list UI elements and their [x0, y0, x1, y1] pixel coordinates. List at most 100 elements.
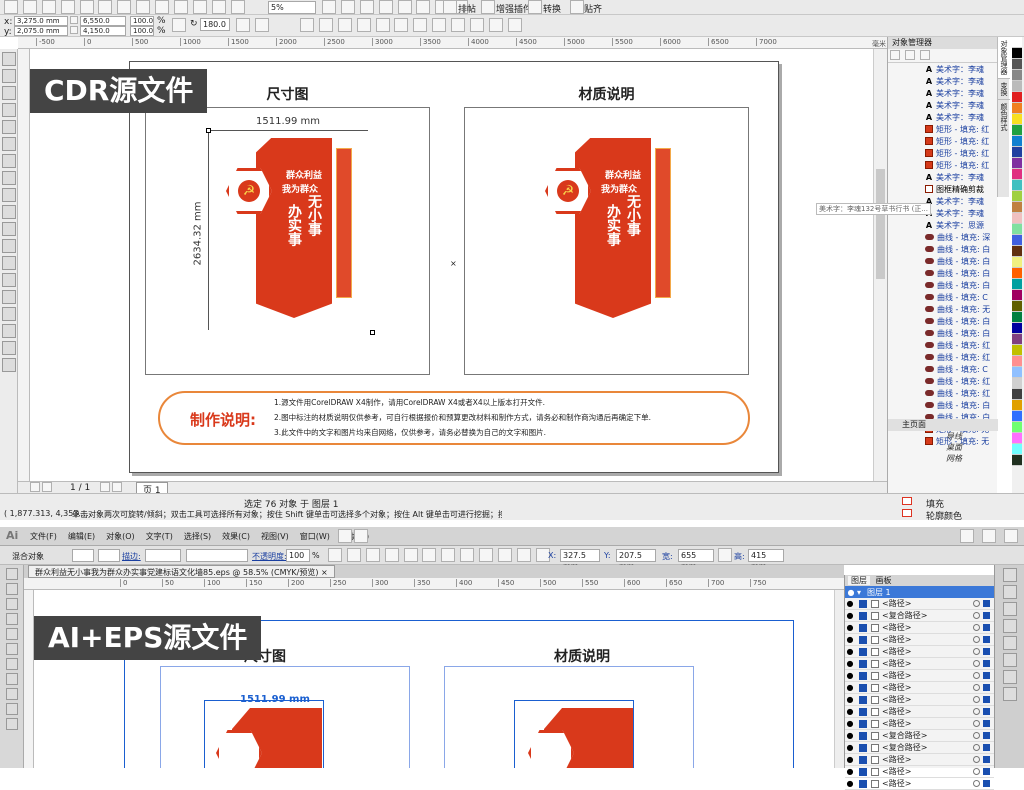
master-page-row[interactable]: 主页面 [888, 419, 998, 431]
distribute-middle-icon[interactable] [497, 548, 512, 562]
cdr-vertical-scrollbar[interactable] [873, 49, 887, 481]
align-center-icon[interactable] [384, 548, 399, 562]
color-swatch[interactable] [1012, 213, 1022, 224]
bridge-icon[interactable] [338, 529, 352, 543]
docker-tab-object-manager[interactable]: 对象管理器 [998, 37, 1010, 79]
distribute-bottom-icon[interactable] [516, 548, 531, 562]
plugin-label[interactable]: 增强插件 [496, 2, 532, 15]
object-list-item[interactable]: 矩形 - 填充: 红 [924, 123, 997, 135]
paste-snap-label[interactable]: 贴齐 [584, 2, 602, 15]
last-page-icon[interactable] [112, 482, 122, 492]
selection-indicator-icon[interactable] [983, 660, 990, 667]
target-icon[interactable] [973, 624, 980, 631]
brushes-panel-icon[interactable] [1002, 602, 1017, 616]
appearance-panel-icon[interactable] [1002, 687, 1017, 701]
selection-indicator-icon[interactable] [983, 720, 990, 727]
color-swatch[interactable] [1012, 422, 1022, 433]
docker-tab-transform[interactable]: 变换 [998, 79, 1010, 100]
eye-icon[interactable]: ● [845, 671, 855, 680]
ai-layer-item[interactable]: ● <路径> [845, 754, 994, 766]
undo-icon[interactable] [136, 0, 151, 14]
x-field[interactable]: 3,275.0 mm [14, 16, 68, 26]
object-list-item[interactable]: 曲线 - 填充: 白 [924, 255, 997, 267]
angle-field[interactable]: 180.0 [200, 18, 230, 31]
color-panel-icon[interactable] [1002, 568, 1017, 582]
artboards-tab[interactable]: 画板 [873, 576, 895, 585]
interactive-fill-icon[interactable] [1, 358, 16, 372]
color-swatch[interactable] [1012, 224, 1022, 235]
direct-select-icon[interactable] [5, 583, 18, 595]
selection-indicator-icon[interactable] [983, 648, 990, 655]
ai-layer-item[interactable]: ● <路径> [845, 718, 994, 730]
ai-layer-item[interactable]: ● <路径> [845, 634, 994, 646]
master-layer-item[interactable]: 导线 [888, 431, 998, 442]
zoom-page-icon[interactable] [378, 0, 393, 14]
target-icon[interactable] [973, 600, 980, 607]
color-swatch[interactable] [1012, 356, 1022, 367]
type-tool-icon[interactable] [5, 628, 18, 640]
new-icon[interactable] [4, 0, 18, 14]
opacity-field[interactable]: 100 [286, 549, 310, 562]
scale-y-field[interactable]: 100.0 [130, 26, 154, 36]
color-swatch[interactable] [1012, 125, 1022, 136]
selection-handle-br[interactable] [370, 330, 375, 335]
object-list-item[interactable]: A美术字：李魂 [924, 111, 997, 123]
ai-layer-item[interactable]: ● <路径> [845, 694, 994, 706]
target-icon[interactable] [973, 648, 980, 655]
zoom-select[interactable]: 5% [268, 1, 316, 14]
open-icon[interactable] [22, 0, 37, 14]
align-top-icon[interactable] [422, 548, 437, 562]
target-icon[interactable] [973, 636, 980, 643]
lock-ratio-icon[interactable] [172, 18, 186, 32]
object-list-item[interactable]: 矩形 - 填充: 红 [924, 159, 997, 171]
width-field[interactable]: 6,550.0 mm [80, 16, 126, 33]
target-icon[interactable] [973, 744, 980, 751]
next-page-icon[interactable] [100, 482, 110, 492]
outline-tool-icon[interactable] [1, 324, 16, 338]
distribute-top-icon[interactable] [479, 548, 493, 562]
menu-item[interactable]: 文字(T) [146, 531, 173, 542]
object-list-item[interactable]: 曲线 - 填充: 白 [924, 399, 997, 411]
color-palette[interactable] [1012, 37, 1024, 493]
menu-item[interactable]: 选择(S) [184, 531, 211, 542]
ai-height-field[interactable]: 415 mm [748, 549, 784, 571]
ai-canvas[interactable]: 尺寸图 1511.99 mm 材质说明 AI+EPS源文件 [34, 590, 844, 768]
eye-icon[interactable]: ● [845, 707, 855, 716]
magic-wand-icon[interactable] [5, 598, 18, 610]
brush-select[interactable] [186, 549, 248, 562]
target-icon[interactable] [973, 720, 980, 727]
export-icon[interactable] [211, 0, 226, 14]
zoom-tool-icon[interactable] [1, 103, 16, 117]
color-swatch[interactable] [1012, 301, 1022, 312]
ungroup-icon[interactable] [318, 18, 333, 32]
color-swatch[interactable] [1012, 136, 1022, 147]
ai-layer-item[interactable]: ● <复合路径> [845, 610, 994, 622]
object-list-item[interactable]: 图框精确剪裁 [924, 183, 997, 195]
intersect-icon[interactable] [413, 18, 428, 32]
layer-row-main[interactable]: ● ▾ 图层 1 [845, 586, 994, 598]
color-swatch[interactable] [1012, 158, 1022, 169]
object-list-item[interactable]: A美术字：李魂 [924, 171, 997, 183]
color-swatch[interactable] [1012, 169, 1022, 180]
object-list-item[interactable]: A美术字：李魂 [924, 63, 997, 75]
eye-icon[interactable]: ● [845, 719, 855, 728]
target-icon[interactable] [973, 780, 980, 787]
scrollbar-thumb[interactable] [876, 169, 885, 279]
object-list-item[interactable]: 曲线 - 填充: 白 [924, 267, 997, 279]
show-props-icon[interactable] [890, 50, 900, 60]
ai-layer-item[interactable]: ● <路径> [845, 658, 994, 670]
ungroup-all-icon[interactable] [337, 18, 352, 32]
constrain-icon[interactable] [718, 548, 732, 562]
selection-indicator-icon[interactable] [983, 744, 990, 751]
save-icon[interactable] [41, 0, 56, 14]
search-icon[interactable] [173, 0, 188, 14]
ai-layer-item[interactable]: ● <路径> [845, 598, 994, 610]
group-icon[interactable] [300, 18, 314, 32]
object-list-item[interactable]: 曲线 - 填充: 深 [924, 231, 997, 243]
zoom-in-icon[interactable] [322, 0, 336, 14]
color-swatch[interactable] [1012, 257, 1022, 268]
paste-icon[interactable] [117, 0, 132, 14]
arrange-icon[interactable] [443, 0, 457, 14]
trim-icon[interactable] [394, 18, 409, 32]
color-swatch[interactable] [1012, 290, 1022, 301]
